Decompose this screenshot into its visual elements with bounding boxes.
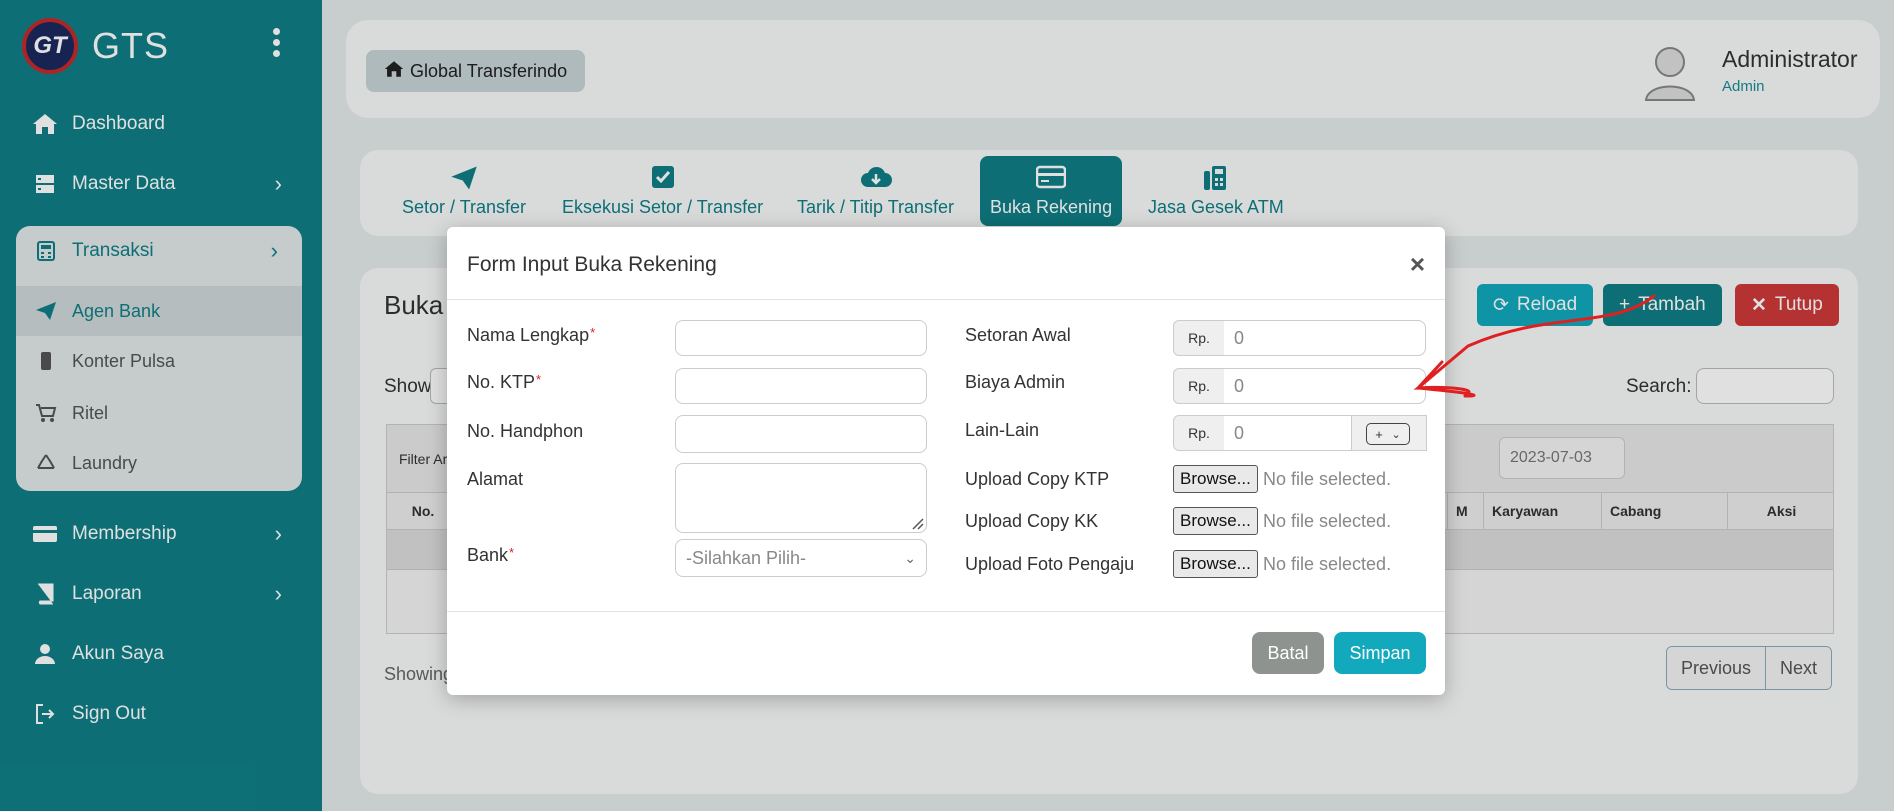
upload-kk-filename: No file selected.	[1263, 511, 1392, 531]
label-text: Nama Lengkap	[467, 325, 590, 345]
currency-addon: Rp.	[1173, 320, 1225, 356]
operator-value: +	[1375, 426, 1383, 442]
biaya-admin-input[interactable]: 0	[1224, 368, 1426, 404]
bank-label: Bank*	[467, 545, 514, 566]
upload-foto-filename: No file selected.	[1263, 554, 1392, 574]
required-mark: *	[509, 545, 515, 560]
operator-addon: + ⌄	[1351, 415, 1427, 451]
bank-select[interactable]: -Silahkan Pilih- ⌄	[675, 539, 927, 577]
setoran-awal-label: Setoran Awal	[965, 325, 1071, 345]
bank-select-value: -Silahkan Pilih-	[686, 547, 807, 568]
nama-lengkap-input[interactable]	[675, 320, 927, 356]
required-mark: *	[536, 372, 542, 387]
upload-ktp-browse-button[interactable]: Browse...	[1173, 465, 1258, 493]
no-handphone-input[interactable]	[675, 415, 927, 453]
handphone-label: No. Handphon	[467, 421, 584, 441]
divider	[447, 299, 1445, 300]
no-ktp-input[interactable]	[675, 368, 927, 404]
biaya-admin-label: Biaya Admin	[965, 372, 1066, 392]
chevron-down-icon: ⌄	[1391, 428, 1401, 441]
annotation-arrow-icon	[1413, 294, 1656, 398]
currency-addon: Rp.	[1173, 368, 1225, 404]
chevron-down-icon: ⌄	[904, 549, 916, 566]
setoran-awal-input[interactable]: 0	[1224, 320, 1426, 356]
modal-title: Form Input Buka Rekening	[467, 253, 717, 276]
form-modal: Form Input Buka Rekening × Nama Lengkap*…	[447, 227, 1445, 695]
nama-label: Nama Lengkap*	[467, 325, 595, 346]
batal-button[interactable]: Batal	[1252, 632, 1324, 674]
lain-lain-label: Lain-Lain	[965, 420, 1040, 440]
alamat-textarea[interactable]	[675, 463, 927, 533]
ktp-label: No. KTP*	[467, 372, 541, 393]
close-icon[interactable]: ×	[1410, 249, 1425, 280]
currency-addon: Rp.	[1173, 415, 1225, 451]
lain-lain-input[interactable]: 0	[1224, 415, 1352, 451]
required-mark: *	[590, 325, 596, 340]
alamat-label: Alamat	[467, 469, 524, 489]
label-text: No. KTP	[467, 372, 536, 392]
upload-kk-label: Upload Copy KK	[965, 511, 1099, 531]
upload-ktp-label: Upload Copy KTP	[965, 469, 1110, 489]
resize-handle-icon[interactable]	[910, 516, 924, 530]
upload-foto-label: Upload Foto Pengaju	[965, 554, 1135, 574]
operator-select[interactable]: + ⌄	[1366, 423, 1410, 445]
upload-ktp-filename: No file selected.	[1263, 469, 1392, 489]
upload-foto-browse-button[interactable]: Browse...	[1173, 550, 1258, 578]
upload-kk-browse-button[interactable]: Browse...	[1173, 507, 1258, 535]
simpan-button[interactable]: Simpan	[1334, 632, 1426, 674]
label-text: Bank	[467, 545, 509, 565]
divider	[447, 611, 1445, 612]
